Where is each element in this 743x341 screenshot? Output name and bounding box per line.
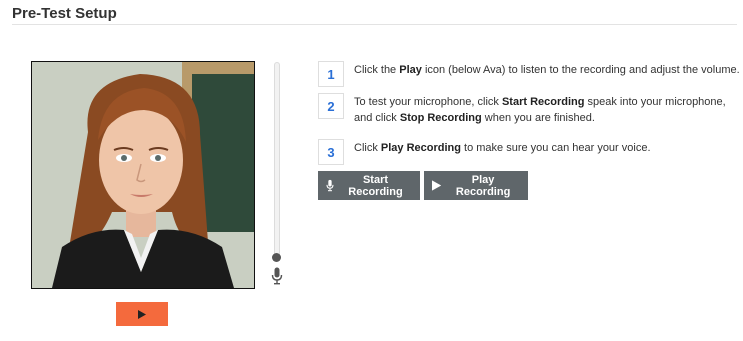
title-divider: [12, 24, 737, 25]
play-icon: [138, 309, 146, 319]
step-number: 1: [318, 61, 344, 87]
page-title: Pre-Test Setup: [12, 5, 117, 22]
start-recording-button[interactable]: Start Recording: [318, 171, 420, 200]
start-recording-label: Start Recording: [348, 173, 403, 198]
play-recording-label: Play Recording: [455, 173, 511, 198]
step-text: Click Play Recording to make sure you ca…: [354, 142, 651, 154]
volume-slider-track[interactable]: [274, 62, 280, 259]
play-button[interactable]: [116, 302, 168, 326]
step-text: Click the Play icon (below Ava) to liste…: [354, 64, 740, 76]
step-number: 2: [318, 93, 344, 119]
avatar: [31, 61, 255, 289]
microphone-icon: [271, 267, 283, 285]
volume-slider-handle[interactable]: [272, 253, 281, 262]
step-number: 3: [318, 139, 344, 165]
play-recording-button[interactable]: Play Recording: [424, 171, 528, 200]
microphone-icon: [326, 179, 334, 192]
play-icon: [432, 180, 442, 191]
step-text: To test your microphone, click Start Rec…: [354, 96, 726, 124]
